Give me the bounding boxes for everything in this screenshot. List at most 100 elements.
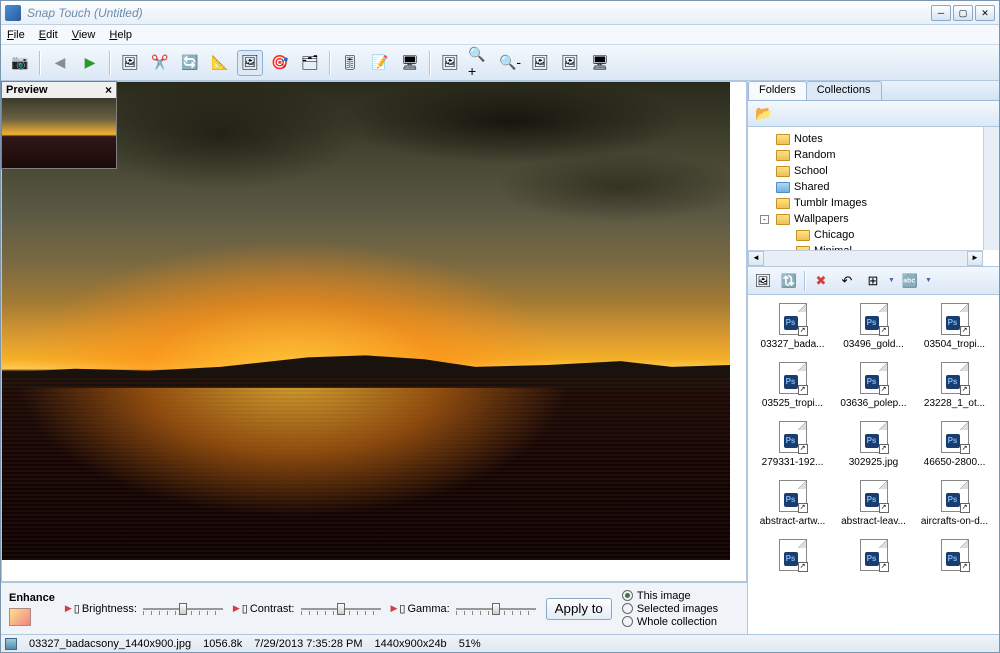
enhance-label: Enhance bbox=[9, 592, 55, 604]
file-name: 03525_tropi... bbox=[758, 398, 828, 409]
thumbnails-icon[interactable]: 🖼 bbox=[752, 270, 774, 292]
file-icon: Ps↗ bbox=[779, 480, 807, 512]
file-item[interactable]: Ps↗ 03525_tropi... bbox=[758, 362, 828, 409]
file-icon: Ps↗ bbox=[779, 539, 807, 571]
refresh-icon[interactable]: 🔃 bbox=[778, 270, 800, 292]
status-filename: 03327_badacsony_1440x900.jpg bbox=[29, 638, 191, 650]
file-toolbar: 🖼 🔃 ✖ ↶ ⊞ ▼ 🔤 ▼ bbox=[748, 267, 999, 295]
crop-icon[interactable]: ✂️ bbox=[147, 50, 173, 76]
file-item[interactable]: Ps↗302925.jpg bbox=[839, 421, 909, 468]
file-item[interactable]: Ps↗ 46650-2800... bbox=[920, 421, 990, 468]
file-name: 03504_tropi... bbox=[920, 339, 990, 350]
actual-icon[interactable]: 🖼 bbox=[557, 50, 583, 76]
file-name: abstract-leav... bbox=[839, 516, 909, 527]
radio-whole-collection[interactable]: Whole collection bbox=[622, 616, 718, 628]
file-icon: Ps↗ bbox=[941, 480, 969, 512]
menu-view[interactable]: View bbox=[72, 29, 96, 41]
frame-icon[interactable]: 🗂 bbox=[297, 50, 323, 76]
file-item[interactable]: Ps↗ bbox=[920, 539, 990, 571]
menu-file[interactable]: File bbox=[7, 29, 25, 41]
file-item[interactable]: Ps↗abstract-leav... bbox=[839, 480, 909, 527]
status-dimensions: 1440x900x24b bbox=[375, 638, 447, 650]
file-item[interactable]: Ps↗03327_bada... bbox=[758, 303, 828, 350]
file-icon: Ps↗ bbox=[941, 421, 969, 453]
sort-icon[interactable]: 🔤 bbox=[899, 270, 921, 292]
status-date: 7/29/2013 7:35:28 PM bbox=[254, 638, 362, 650]
delete-icon[interactable]: ✖ bbox=[810, 270, 832, 292]
tool-icon[interactable]: 🖼 bbox=[117, 50, 143, 76]
file-item[interactable]: Ps↗ bbox=[839, 539, 909, 571]
tree-item[interactable]: Notes bbox=[748, 131, 999, 147]
annotate-icon[interactable]: 📝 bbox=[367, 50, 393, 76]
tree-item[interactable]: Chicago bbox=[748, 227, 999, 243]
view-dropdown-icon[interactable]: ▼ bbox=[888, 277, 895, 284]
collapse-icon[interactable]: - bbox=[760, 215, 769, 224]
tab-folders[interactable]: Folders bbox=[748, 81, 807, 100]
brightness-slider[interactable] bbox=[143, 601, 223, 617]
file-icon: Ps↗ bbox=[860, 303, 888, 335]
file-item[interactable]: Ps↗aircrafts-on-d... bbox=[920, 480, 990, 527]
file-item[interactable]: Ps↗ 03496_gold... bbox=[839, 303, 909, 350]
file-icon: Ps↗ bbox=[860, 362, 888, 394]
file-name: 03496_gold... bbox=[839, 339, 909, 350]
gamma-slider[interactable] bbox=[456, 601, 536, 617]
back-icon: ◀ bbox=[47, 50, 73, 76]
resize-icon[interactable]: 📐 bbox=[207, 50, 233, 76]
file-item[interactable]: Ps↗23228_1_ot... bbox=[920, 362, 990, 409]
radio-this-image[interactable]: This image bbox=[622, 590, 718, 602]
status-zoom: 51% bbox=[459, 638, 481, 650]
fullscreen-icon[interactable]: 🖥 bbox=[587, 50, 613, 76]
folder-up-icon[interactable]: 📂 bbox=[754, 104, 774, 124]
fit-icon[interactable]: 🖼 bbox=[527, 50, 553, 76]
gallery-icon[interactable]: 🖼 bbox=[437, 50, 463, 76]
acquire-icon[interactable]: 📷 bbox=[7, 50, 33, 76]
tree-item[interactable]: School bbox=[748, 163, 999, 179]
tree-item[interactable]: Tumblr Images bbox=[748, 195, 999, 211]
file-name: 46650-2800... bbox=[920, 457, 990, 468]
tree-vscrollbar[interactable] bbox=[983, 127, 999, 250]
menu-help[interactable]: Help bbox=[109, 29, 132, 41]
file-icon: Ps↗ bbox=[779, 362, 807, 394]
enhance-icon[interactable] bbox=[9, 608, 31, 626]
close-button[interactable]: ✕ bbox=[975, 5, 995, 21]
forward-icon[interactable]: ▶ bbox=[77, 50, 103, 76]
zoom-out-icon[interactable]: 🔍- bbox=[497, 50, 523, 76]
preview-close-icon[interactable]: × bbox=[105, 83, 112, 97]
rotate-icon[interactable]: 🔄 bbox=[177, 50, 203, 76]
preview-thumbnail[interactable] bbox=[2, 98, 116, 168]
adjust-icon[interactable]: 🎚 bbox=[337, 50, 363, 76]
screen-icon[interactable]: 🖥 bbox=[397, 50, 423, 76]
file-item[interactable]: Ps↗03504_tropi... bbox=[920, 303, 990, 350]
selection-icon[interactable]: 🖼 bbox=[237, 50, 263, 76]
undo-icon[interactable]: ↶ bbox=[836, 270, 858, 292]
tree-item[interactable]: Shared bbox=[748, 179, 999, 195]
tree-item[interactable]: -Wallpapers bbox=[748, 211, 999, 227]
minimize-button[interactable]: ─ bbox=[931, 5, 951, 21]
file-name: 03327_bada... bbox=[758, 339, 828, 350]
maximize-button[interactable]: ▢ bbox=[953, 5, 973, 21]
menu-edit[interactable]: Edit bbox=[39, 29, 58, 41]
window-title: Snap Touch (Untitled) bbox=[27, 6, 931, 20]
view-icon[interactable]: ⊞ bbox=[862, 270, 884, 292]
zoom-in-icon[interactable]: 🔍+ bbox=[467, 50, 493, 76]
radio-selected-images[interactable]: Selected images bbox=[622, 603, 718, 615]
file-icon: Ps↗ bbox=[860, 421, 888, 453]
contrast-slider[interactable] bbox=[301, 601, 381, 617]
file-icon: Ps↗ bbox=[941, 539, 969, 571]
file-item[interactable]: Ps↗03636_polep... bbox=[839, 362, 909, 409]
file-item[interactable]: Ps↗ bbox=[758, 539, 828, 571]
file-grid: Ps↗03327_bada...Ps↗03496_gold...Ps↗03504… bbox=[748, 295, 999, 634]
tab-collections[interactable]: Collections bbox=[806, 81, 882, 100]
enhance-bar: Enhance ▶▯Brightness: ▶▯Contrast: ▶▯Gamm… bbox=[1, 582, 747, 634]
contrast-label: Contrast: bbox=[250, 603, 295, 615]
tree-item[interactable]: Random bbox=[748, 147, 999, 163]
file-item[interactable]: Ps↗279331-192... bbox=[758, 421, 828, 468]
file-item[interactable]: Ps↗abstract-artw... bbox=[758, 480, 828, 527]
preview-panel: Preview × bbox=[1, 81, 117, 169]
tree-hscrollbar[interactable]: ◄► bbox=[748, 250, 983, 266]
file-name: 279331-192... bbox=[758, 457, 828, 468]
apply-to-button[interactable]: Apply to bbox=[546, 598, 612, 620]
file-icon: Ps↗ bbox=[860, 539, 888, 571]
sort-dropdown-icon[interactable]: ▼ bbox=[925, 277, 932, 284]
target-icon[interactable]: 🎯 bbox=[267, 50, 293, 76]
